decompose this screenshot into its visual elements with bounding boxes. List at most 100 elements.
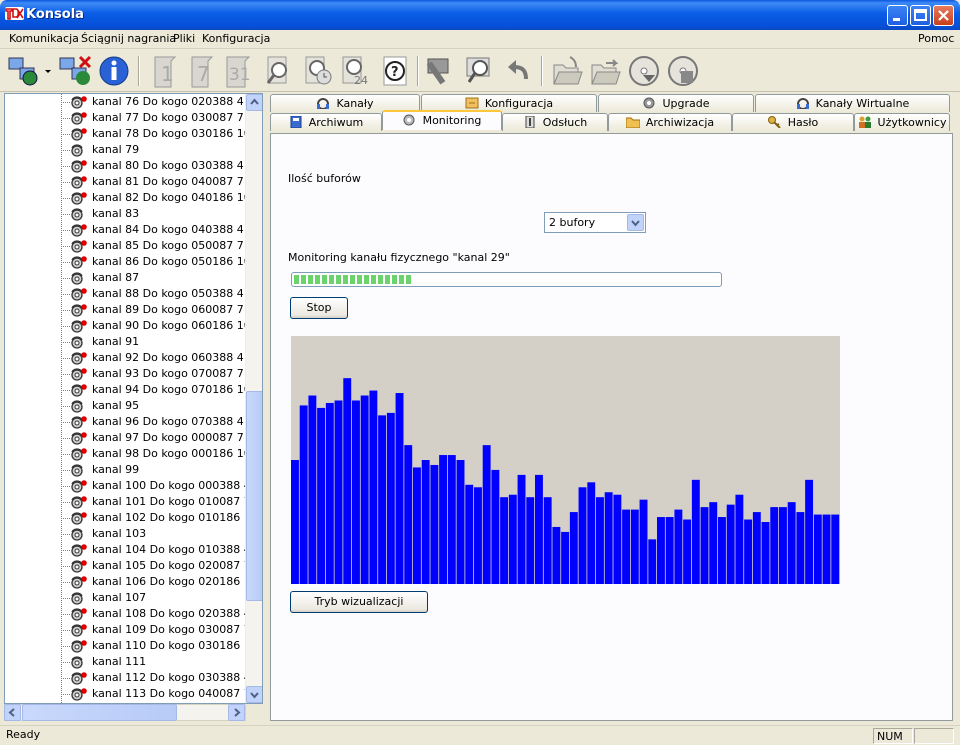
maximize-button[interactable]: [910, 5, 931, 26]
stop-button[interactable]: Stop: [290, 297, 348, 319]
tree-item[interactable]: kanal 95: [5, 398, 245, 414]
tree-item[interactable]: kanal 87: [5, 270, 245, 286]
users-icon: [858, 116, 872, 128]
tree-item[interactable]: kanal 103: [5, 526, 245, 542]
tree-item[interactable]: kanal 90 Do kogo 060186 10 s: [5, 318, 260, 334]
tree-item[interactable]: kanal 107: [5, 590, 245, 606]
menu-sciagnij-nagrania[interactable]: Ściągnij nagrania: [81, 32, 176, 45]
cd-play-icon[interactable]: [627, 53, 661, 89]
tree-item[interactable]: kanal 92 Do kogo 060388 4 s: [5, 350, 253, 366]
tree-item[interactable]: kanal 94 Do kogo 070186 10 s: [5, 382, 260, 398]
tree-item[interactable]: kanal 97 Do kogo 000087 7 s: [5, 430, 253, 446]
folder-open-icon[interactable]: [550, 53, 584, 89]
tab-archiwizacja[interactable]: Archiwizacja: [608, 113, 732, 131]
scroll-up-button[interactable]: [246, 94, 262, 111]
tree-item[interactable]: kanal 102 Do kogo 010186 10 s: [5, 510, 262, 526]
tree-item[interactable]: kanal 79: [5, 142, 245, 158]
cd-settings-icon[interactable]: [666, 53, 700, 89]
menu-konfiguracja[interactable]: Konfiguracja: [202, 32, 270, 45]
tree-connector: [61, 502, 70, 503]
tab-uzytkownicy[interactable]: Użytkownicy: [854, 113, 950, 131]
tree-item[interactable]: kanal 108 Do kogo 020388 4 s: [5, 606, 260, 622]
menu-pomoc[interactable]: Pomoc: [918, 32, 954, 45]
tree-item[interactable]: kanal 77 Do kogo 030087 7 s: [5, 110, 253, 126]
tab-monitoring[interactable]: Monitoring: [382, 110, 502, 130]
tree-item[interactable]: kanal 112 Do kogo 030388 4 s: [5, 670, 260, 686]
tree-hscroll-thumb[interactable]: [22, 704, 177, 721]
tree-item[interactable]: kanal 83: [5, 206, 245, 222]
level-bar: [796, 512, 805, 584]
tree-item-label: kanal 111: [92, 655, 147, 668]
tree-item[interactable]: kanal 96 Do kogo 070388 4 s: [5, 414, 253, 430]
undo-icon[interactable]: [502, 53, 536, 89]
tab-upgrade[interactable]: Upgrade: [598, 94, 754, 112]
minimize-button[interactable]: [887, 5, 908, 26]
tree-item[interactable]: kanal 106 Do kogo 020186 10 s: [5, 574, 262, 590]
tree-item[interactable]: kanal 89 Do kogo 060087 7 s: [5, 302, 253, 318]
channel-icon: [71, 399, 87, 413]
tree-item[interactable]: kanal 93 Do kogo 070087 7 s: [5, 366, 253, 382]
tab-archiwum[interactable]: Archiwum: [270, 113, 382, 131]
search-clock-icon[interactable]: [300, 53, 334, 89]
tree-item[interactable]: kanal 78 Do kogo 030186 10 s: [5, 126, 260, 142]
tree-item[interactable]: kanal 88 Do kogo 050388 4 s: [5, 286, 253, 302]
tree-vertical-scrollbar[interactable]: [245, 94, 262, 703]
day-1-icon[interactable]: 1: [148, 53, 182, 89]
preview-search-icon[interactable]: [462, 53, 496, 89]
tree-item[interactable]: kanal 86 Do kogo 050186 10 s: [5, 254, 260, 270]
monitoring-channel-label: Monitoring kanału fizycznego "kanal 29": [288, 251, 510, 264]
tree-connector: [61, 406, 70, 407]
tree-item[interactable]: kanal 91: [5, 334, 245, 350]
tree-item[interactable]: kanal 98 Do kogo 000186 10 s: [5, 446, 260, 462]
tree-connector: [61, 262, 70, 263]
tree-item[interactable]: kanal 76 Do kogo 020388 4 s: [5, 94, 253, 110]
tab-kanaly-wirtualne[interactable]: Kanały Wirtualne: [755, 94, 950, 112]
folder-export-icon[interactable]: [588, 53, 622, 89]
tab-haslo[interactable]: Hasło: [732, 113, 854, 131]
tree-item[interactable]: kanal 113 Do kogo 040087 7 s: [5, 686, 260, 702]
hammer-icon[interactable]: [424, 53, 458, 89]
tree-item[interactable]: kanal 100 Do kogo 000388 4 s: [5, 478, 260, 494]
help-icon[interactable]: ?: [378, 53, 412, 89]
tab-odsluch[interactable]: Odsłuch: [502, 113, 608, 131]
tree-connector: [61, 614, 70, 615]
tree-item[interactable]: kanal 104 Do kogo 010388 4 s: [5, 542, 260, 558]
network-disconnect-icon[interactable]: [58, 53, 98, 89]
channel-recording-icon: [71, 447, 87, 461]
tree-item[interactable]: kanal 101 Do kogo 010087 7 s: [5, 494, 260, 510]
scroll-right-button[interactable]: [228, 704, 245, 721]
tree-item-label: kanal 79: [92, 143, 140, 156]
chart-plot-area: [291, 378, 840, 584]
tree-scroll-thumb[interactable]: [246, 391, 262, 601]
tree-item[interactable]: kanal 84 Do kogo 040388 4 s: [5, 222, 253, 238]
tree-item[interactable]: kanal 85 Do kogo 050087 7 s: [5, 238, 253, 254]
tree-item[interactable]: kanal 80 Do kogo 030388 4 s: [5, 158, 253, 174]
search-24-icon[interactable]: 24: [337, 53, 371, 89]
tree-horizontal-scrollbar[interactable]: [4, 704, 246, 721]
scroll-left-button[interactable]: [4, 704, 21, 721]
tree-item[interactable]: kanal 105 Do kogo 020087 7 s: [5, 558, 260, 574]
close-button[interactable]: [933, 5, 954, 26]
scroll-down-button[interactable]: [246, 686, 262, 703]
tree-item[interactable]: kanal 109 Do kogo 030087 7 s: [5, 622, 260, 638]
menu-komunikacja[interactable]: Komunikacja: [9, 32, 79, 45]
tree-item[interactable]: kanal 81 Do kogo 040087 7 s: [5, 174, 253, 190]
channel-icon: [71, 655, 87, 669]
menu-pliki[interactable]: Pliki: [173, 32, 195, 45]
tree-item[interactable]: kanal 99: [5, 462, 245, 478]
level-bar: [421, 460, 430, 584]
search-icon[interactable]: [262, 53, 296, 89]
visualization-mode-button[interactable]: Tryb wizualizacji: [290, 591, 428, 613]
tree-connector: [61, 150, 70, 151]
buffers-select[interactable]: 2 bufory: [544, 212, 646, 233]
tree-item[interactable]: kanal 110 Do kogo 030186 10 s: [5, 638, 262, 654]
channel-tree[interactable]: kanal 76 Do kogo 020388 4 s kanal 77 Do k…: [4, 93, 263, 704]
tree-item[interactable]: kanal 82 Do kogo 040186 10 s: [5, 190, 260, 206]
tree-item[interactable]: kanal 111: [5, 654, 245, 670]
network-connect-icon[interactable]: [6, 53, 52, 89]
info-icon[interactable]: [97, 53, 131, 89]
tree-item-label: kanal 107: [92, 591, 147, 604]
day-7-icon[interactable]: 7: [185, 53, 219, 89]
chevron-down-icon[interactable]: [627, 214, 644, 231]
day-31-icon[interactable]: 31: [222, 53, 256, 89]
